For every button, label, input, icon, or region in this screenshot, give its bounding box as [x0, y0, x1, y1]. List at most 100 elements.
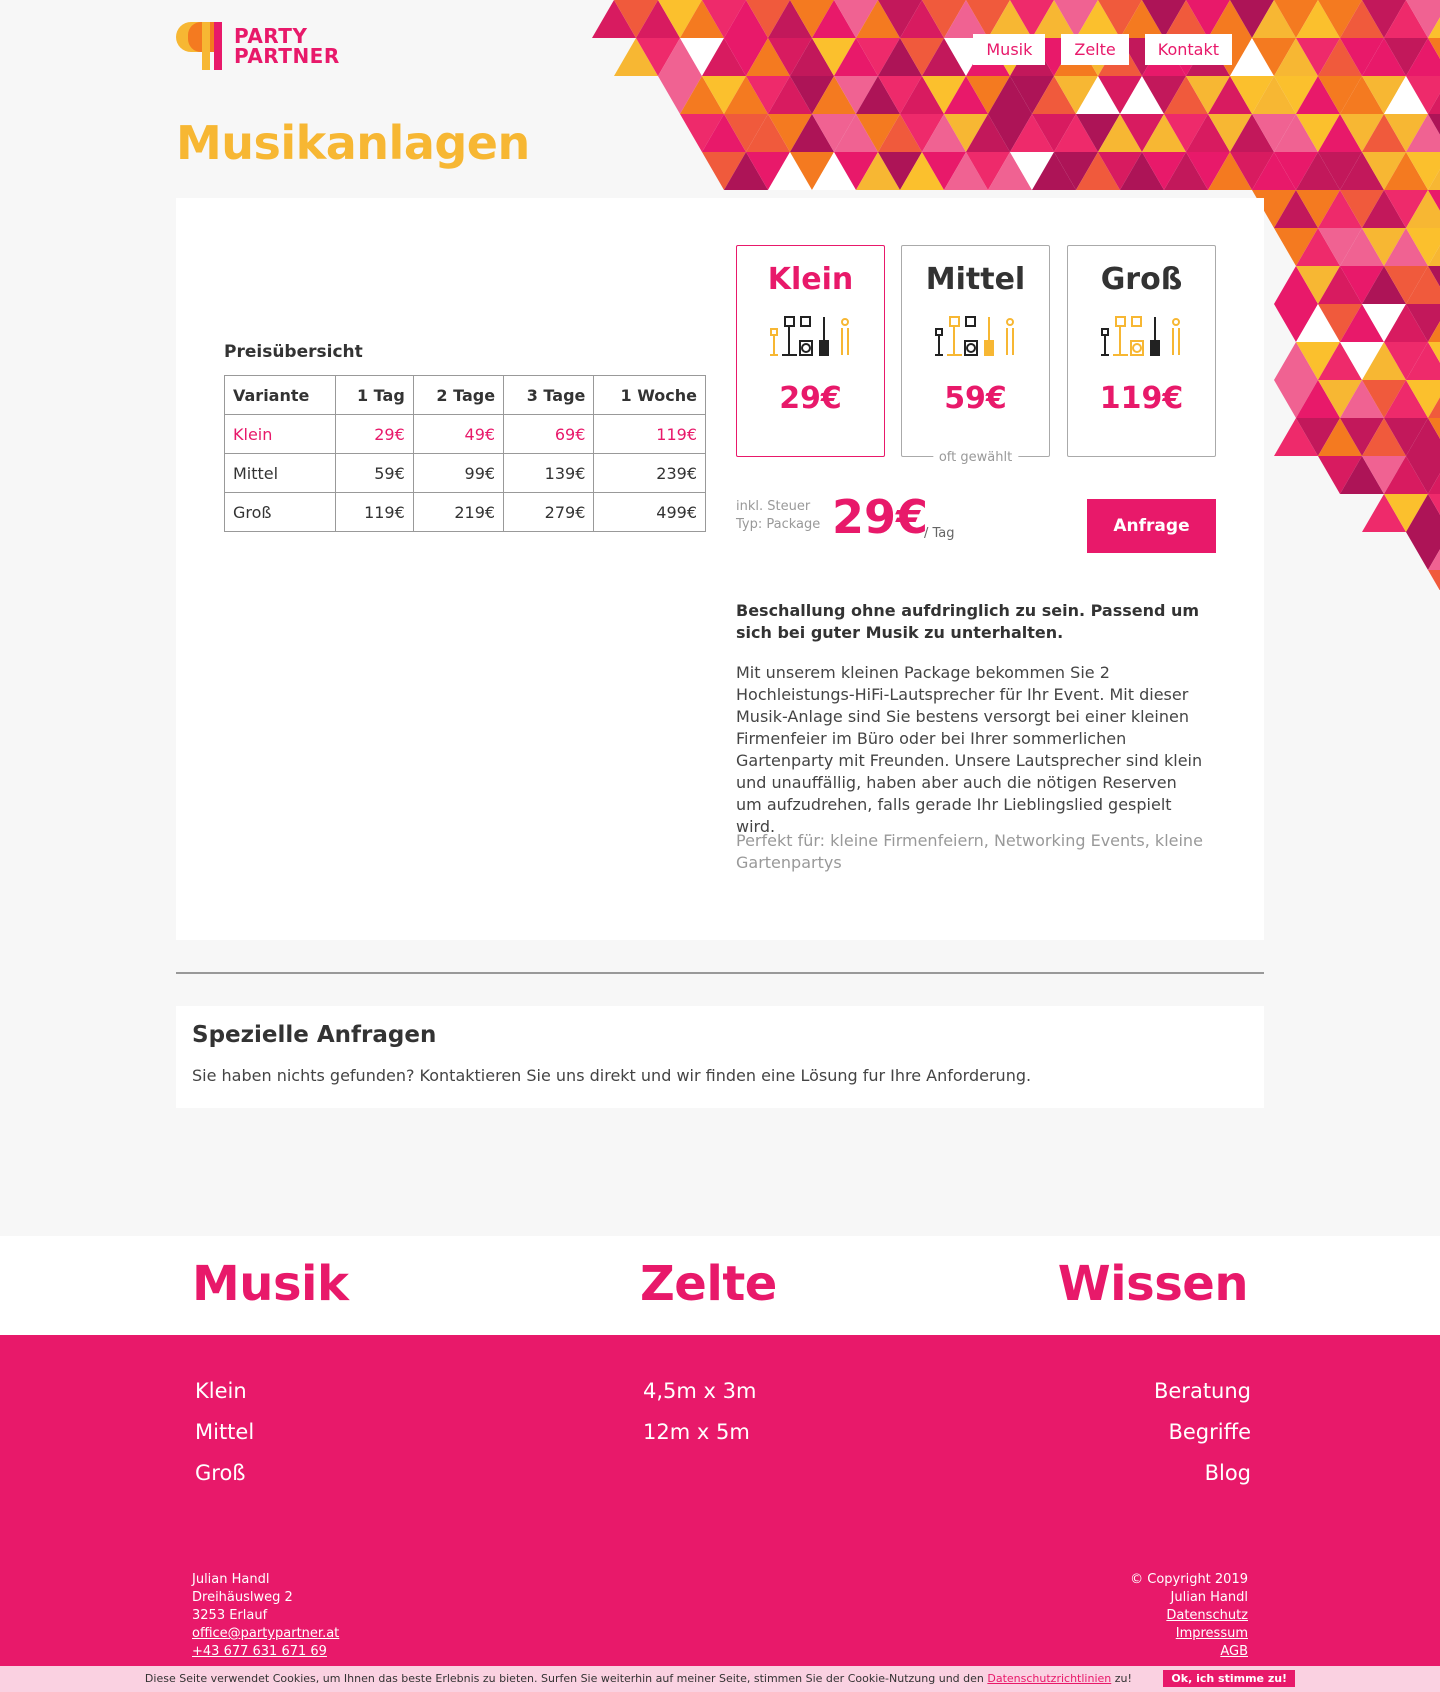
list-item: Klein [195, 1371, 254, 1412]
package-name: Klein [767, 262, 854, 297]
special-requests-title: Spezielle Anfragen [192, 1022, 437, 1048]
package-card-klein[interactable]: Klein 29€ [736, 245, 885, 457]
list-item: Begriffe [1154, 1412, 1251, 1453]
package-card-gross[interactable]: Groß 119€ [1067, 245, 1216, 457]
email-link[interactable]: office@partypartner.at [192, 1626, 339, 1641]
footer-link[interactable]: Beratung [1154, 1379, 1251, 1403]
table-cell: 279€ [503, 492, 595, 532]
address-name: Julian Handl [192, 1572, 270, 1587]
tax-label: inkl. Steuer [736, 499, 811, 514]
logo-wordmark: PARTY PARTNER [234, 26, 340, 66]
footer-link[interactable]: Mittel [195, 1420, 254, 1444]
package-price: 119€ [1099, 381, 1184, 416]
imprint-link[interactable]: Impressum [1176, 1626, 1248, 1641]
logo-line-2: PARTNER [234, 44, 340, 68]
description-headline: Beschallung ohne aufdringlich zu sein. P… [736, 601, 1200, 642]
table-cell: 139€ [503, 453, 595, 493]
footer-heading-wissen[interactable]: Wissen [1058, 1256, 1249, 1312]
footer-legal: © Copyright 2019 Julian Handl Datenschut… [1130, 1571, 1248, 1661]
selected-price: 29€ [832, 490, 929, 544]
table-cell: 29€ [335, 414, 414, 454]
table-cell: 49€ [412, 414, 505, 454]
list-item: Mittel [195, 1412, 254, 1453]
footer-address: Julian Handl Dreihäuslweg 2 3253 Erlauf … [192, 1571, 339, 1661]
package-name: Mittel [925, 262, 1026, 297]
table-cell: 99€ [412, 453, 505, 493]
page-title: Musikanlagen [176, 116, 530, 170]
footer-link[interactable]: Begriffe [1168, 1420, 1251, 1444]
cookie-privacy-link[interactable]: Datenschutzrichtlinien [987, 1672, 1111, 1685]
footer: Klein Mittel Groß 4,5m x 3m 12m x 5m Ber… [0, 1335, 1440, 1671]
package-price: 29€ [779, 381, 842, 416]
special-requests: Spezielle Anfragen Sie haben nichts gefu… [176, 1006, 1264, 1108]
nav-musik[interactable]: Musik [973, 34, 1046, 65]
footer-wissen-list: Beratung Begriffe Blog [1154, 1371, 1251, 1494]
table-cell: 499€ [593, 492, 706, 532]
list-item: 12m x 5m [643, 1412, 756, 1453]
phone-link[interactable]: +43 677 631 671 69 [192, 1644, 327, 1659]
column-header: 1 Woche [593, 375, 706, 415]
section-divider [176, 972, 1264, 974]
privacy-link[interactable]: Datenschutz [1166, 1608, 1248, 1623]
copyright-owner: Julian Handl [1170, 1590, 1248, 1605]
footer-zelte-list: 4,5m x 3m 12m x 5m [643, 1371, 756, 1453]
list-item: Beratung [1154, 1371, 1251, 1412]
price-info: inkl. Steuer Typ: Package [736, 498, 820, 534]
pattern-triangle [1428, 570, 1440, 590]
copyright-text: © Copyright 2019 [1130, 1572, 1248, 1587]
nav-kontakt[interactable]: Kontakt [1144, 34, 1232, 65]
footer-link[interactable]: Klein [195, 1379, 247, 1403]
footer-musik-list: Klein Mittel Groß [195, 1371, 254, 1494]
footer-heading-zelte[interactable]: Zelte [640, 1256, 777, 1312]
table-cell: 69€ [503, 414, 595, 454]
request-button[interactable]: Anfrage [1087, 499, 1216, 553]
footer-link[interactable]: Groß [195, 1461, 246, 1485]
description-perfect-for: Perfekt für: kleine Firmenfeiern, Networ… [736, 831, 1203, 872]
column-header: 2 Tage [412, 375, 505, 415]
type-label: Typ: Package [736, 517, 821, 532]
footer-heading-musik[interactable]: Musik [192, 1256, 349, 1312]
product-card: Preisübersicht Variante 1 Tag 2 Tage 3 T… [176, 198, 1264, 940]
brand-logo[interactable]: PARTY PARTNER [176, 20, 340, 72]
cookie-accept-button[interactable]: Ok, ich stimme zu! [1163, 1670, 1296, 1687]
footer-link[interactable]: 12m x 5m [643, 1420, 750, 1444]
footer-headings: Musik Zelte Wissen [0, 1236, 1440, 1335]
column-header: 3 Tage [503, 375, 595, 415]
speaker-set-icon [1100, 316, 1180, 356]
speaker-set-icon [934, 316, 1014, 356]
list-item: Groß [195, 1453, 254, 1494]
table-cell: Klein [223, 414, 337, 454]
table-cell: Mittel [223, 453, 337, 493]
cookie-banner: Diese Seite verwendet Cookies, um Ihnen … [0, 1666, 1440, 1692]
column-header: Variante [223, 375, 337, 415]
popular-note: oft gewählt [932, 450, 1019, 465]
table-cell: 59€ [335, 453, 414, 493]
nav-zelte[interactable]: Zelte [1061, 34, 1129, 65]
table-header-row: Variante 1 Tag 2 Tage 3 Tage 1 Woche [223, 375, 706, 415]
list-item: 4,5m x 3m [643, 1371, 756, 1412]
package-card-mittel[interactable]: Mittel 59€ oft gewählt [901, 245, 1050, 465]
table-cell: 119€ [593, 414, 706, 454]
price-overview-label: Preisübersicht [224, 342, 363, 362]
package-price: 59€ [944, 381, 1007, 416]
footer-link[interactable]: 4,5m x 3m [643, 1379, 756, 1403]
table-cell: 119€ [335, 492, 414, 532]
address-street: Dreihäuslweg 2 [192, 1590, 293, 1605]
package-name: Groß [1100, 262, 1183, 297]
speaker-set-icon [769, 316, 849, 356]
address-city: 3253 Erlauf [192, 1608, 268, 1623]
column-header: 1 Tag [335, 375, 414, 415]
table-row: Mittel 59€ 99€ 139€ 239€ [223, 453, 706, 493]
top-nav: Musik Zelte Kontakt [973, 34, 1232, 65]
terms-link[interactable]: AGB [1220, 1644, 1248, 1659]
table-cell: 239€ [593, 453, 706, 493]
list-item: Blog [1154, 1453, 1251, 1494]
cookie-suffix: zu! [1114, 1672, 1132, 1685]
logo-line-1: PARTY [234, 24, 308, 48]
price-table: Variante 1 Tag 2 Tage 3 Tage 1 Woche Kle… [223, 375, 706, 532]
logo-icon [176, 20, 226, 72]
cookie-text: Diese Seite verwendet Cookies, um Ihnen … [144, 1672, 984, 1685]
price-unit: / Tag [924, 526, 955, 541]
footer-link[interactable]: Blog [1205, 1461, 1251, 1485]
special-requests-text: Sie haben nichts gefunden? Kontaktieren … [192, 1066, 1032, 1085]
